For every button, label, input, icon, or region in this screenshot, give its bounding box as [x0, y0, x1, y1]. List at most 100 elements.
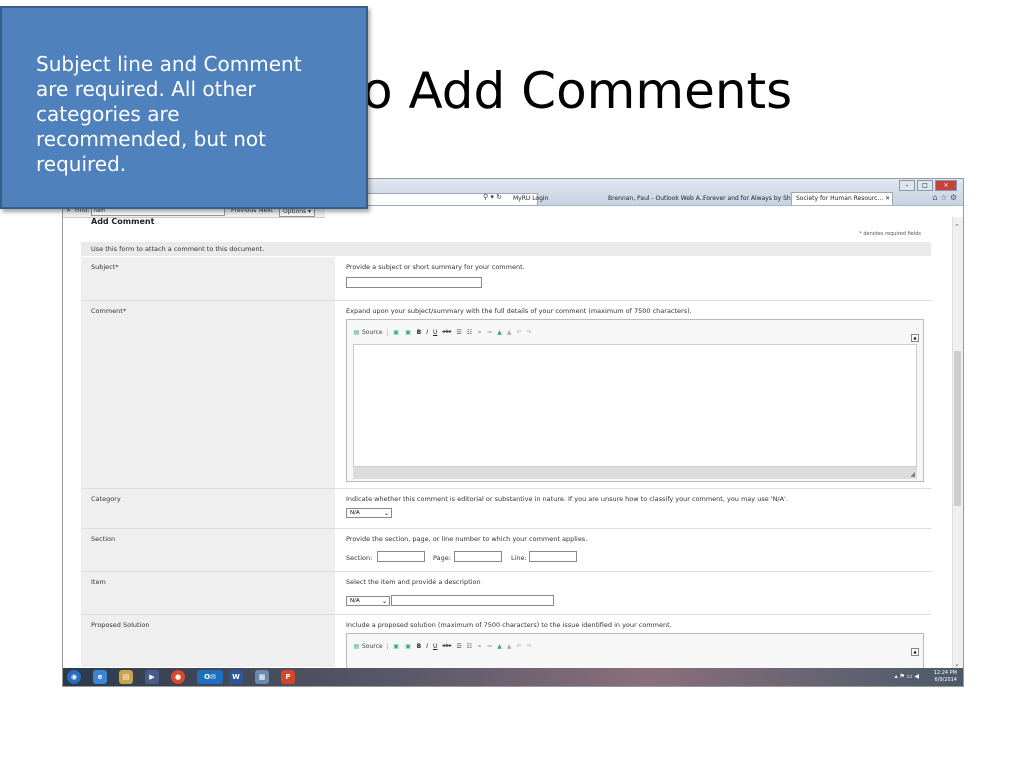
form-heading: Add Comment: [91, 217, 155, 226]
collapse-toolbar-icon[interactable]: ▲: [911, 648, 919, 656]
ie-icon[interactable]: e: [93, 670, 107, 684]
favorite-forever[interactable]: Forever and for Always by Sha...: [703, 193, 800, 204]
proposed-editor: ▤ Source ▣ ▣ B I U abc ☰ ☷ ⚭ ⚮ ▲ ▲ ↶ ↷ ▲: [346, 633, 924, 673]
item-description-input[interactable]: [391, 595, 554, 606]
powerpoint-icon[interactable]: P: [281, 670, 295, 684]
subject-input[interactable]: [346, 277, 482, 288]
collapse-toolbar-icon[interactable]: ▲: [911, 334, 919, 342]
section-input[interactable]: [377, 551, 425, 562]
section-row: Section Provide the section, page, or li…: [81, 529, 931, 572]
comment-textarea[interactable]: [353, 344, 917, 467]
scroll-down-icon[interactable]: ⌄: [954, 660, 960, 668]
search-refresh-icons[interactable]: ⚲ ▾ ↻: [483, 193, 502, 201]
bulleted-list-icon[interactable]: ☷: [467, 329, 472, 336]
subject-label-cell: Subject*: [81, 257, 335, 300]
source-icon: ▤: [353, 642, 360, 650]
chevron-down-icon: ⌄: [381, 598, 387, 605]
line-input[interactable]: [529, 551, 577, 562]
italic-button[interactable]: I: [426, 329, 428, 336]
folder-icon[interactable]: ▤: [119, 670, 133, 684]
category-select[interactable]: N/A ⌄: [346, 508, 392, 518]
italic-button[interactable]: I: [426, 643, 428, 650]
paste-text-icon[interactable]: ▣: [393, 329, 400, 336]
section-label: Section: [91, 535, 116, 543]
editor-footer: ◢: [353, 467, 917, 479]
notes-icon[interactable]: ▦: [255, 670, 269, 684]
clock[interactable]: 12:24 PM 6/9/2014: [934, 670, 957, 684]
favorite-outlook[interactable]: Brennan, Paul - Outlook Web A...: [608, 193, 706, 204]
minimize-button[interactable]: –: [899, 180, 915, 191]
underline-button[interactable]: U: [433, 329, 437, 336]
scroll-thumb[interactable]: [954, 351, 961, 506]
proposed-description: Include a proposed solution (maximum of …: [346, 621, 672, 629]
link-icon[interactable]: ⚭: [477, 329, 482, 336]
redo-icon[interactable]: ↷: [527, 643, 532, 650]
paste-word-icon[interactable]: ▣: [405, 329, 412, 336]
numbered-list-icon[interactable]: ☰: [456, 329, 461, 336]
editor-toolbar: ▤ Source ▣ ▣ B I U abc ☰ ☷ ⚭ ⚮ ▲ ▲ ↶ ↷: [353, 640, 532, 652]
chrome-icon[interactable]: ●: [171, 670, 185, 684]
spellcheck-alt-icon[interactable]: ▲: [507, 329, 512, 336]
unlink-icon[interactable]: ⚮: [487, 643, 492, 650]
item-select[interactable]: N/A ⌄: [346, 596, 390, 606]
vertical-scrollbar[interactable]: ⌃ ⌄: [952, 217, 963, 670]
section-field-label: Section:: [346, 554, 373, 562]
favorite-myru[interactable]: MyRU Login: [513, 193, 548, 204]
bold-button[interactable]: B: [417, 643, 422, 650]
scroll-up-icon[interactable]: ⌃: [954, 223, 960, 231]
strike-button[interactable]: abc: [442, 329, 451, 335]
source-button[interactable]: ▤ Source: [353, 328, 388, 336]
media-icon[interactable]: ▶: [145, 670, 159, 684]
chevron-down-icon: ⌄: [383, 510, 389, 517]
comment-editor: ▤Source ▣ ▣ B I U abc ☰ ☷ ⚭ ⚮ ▲ ▲ ↶ ↷ ▲: [346, 319, 924, 482]
callout-box: Subject line and Comment are required. A…: [0, 6, 368, 209]
section-description: Provide the section, page, or line numbe…: [346, 535, 588, 543]
spellcheck-icon[interactable]: ▲: [497, 329, 502, 336]
undo-icon[interactable]: ↶: [516, 329, 521, 336]
form-content: Add Comment * denotes required fields Us…: [81, 217, 931, 673]
tab-society[interactable]: Society for Human Resourc... ✕: [791, 192, 893, 205]
comment-label: Comment*: [91, 307, 127, 315]
undo-icon[interactable]: ↶: [516, 643, 521, 650]
outlook-icon[interactable]: O✉: [197, 670, 223, 684]
comment-row: Comment* Expand upon your subject/summar…: [81, 301, 931, 489]
favorite-label: Forever and for Always by Sha...: [703, 195, 801, 202]
spellcheck-alt-icon[interactable]: ▲: [507, 643, 512, 650]
redo-icon[interactable]: ↷: [527, 329, 532, 336]
source-label: Source: [362, 642, 383, 650]
category-description: Indicate whether this comment is editori…: [346, 495, 788, 503]
paste-text-icon[interactable]: ▣: [393, 643, 400, 650]
source-button[interactable]: ▤ Source: [353, 642, 388, 650]
favorite-label: Brennan, Paul - Outlook Web A...: [608, 195, 706, 202]
proposed-label: Proposed Solution: [91, 621, 150, 629]
window-buttons: – □ ✕: [899, 180, 957, 191]
unlink-icon[interactable]: ⚮: [487, 329, 492, 336]
subject-description: Provide a subject or short summary for y…: [346, 263, 525, 271]
item-description: Select the item and provide a descriptio…: [346, 578, 481, 586]
numbered-list-icon[interactable]: ☰: [456, 643, 461, 650]
close-button[interactable]: ✕: [935, 180, 957, 191]
item-label-cell: Item: [81, 572, 335, 614]
resize-grip-icon[interactable]: ◢: [910, 471, 915, 478]
source-label: Source: [362, 328, 383, 336]
tray-icons[interactable]: ▴ ⚑ ▭ ◀: [895, 673, 919, 680]
item-row: Item Select the item and provide a descr…: [81, 572, 931, 615]
paste-word-icon[interactable]: ▣: [405, 643, 412, 650]
spellcheck-icon[interactable]: ▲: [497, 643, 502, 650]
strike-button[interactable]: abc: [442, 643, 451, 649]
word-icon[interactable]: W: [229, 670, 243, 684]
home-star-gear-icons[interactable]: ⌂ ☆ ⚙: [932, 193, 957, 202]
link-icon[interactable]: ⚭: [477, 643, 482, 650]
underline-button[interactable]: U: [433, 643, 437, 650]
maximize-button[interactable]: □: [917, 180, 933, 191]
clock-time: 12:24 PM: [933, 670, 957, 676]
page-input[interactable]: [454, 551, 502, 562]
address-bar[interactable]: 22: [353, 193, 538, 206]
callout-text: Subject line and Comment are required. A…: [36, 52, 302, 176]
bold-button[interactable]: B: [417, 329, 422, 336]
start-icon[interactable]: ◉: [67, 670, 81, 684]
favorite-label: MyRU Login: [513, 195, 549, 202]
bulleted-list-icon[interactable]: ☷: [467, 643, 472, 650]
subject-label: Subject*: [91, 263, 119, 271]
clock-date: 6/9/2014: [934, 677, 957, 683]
